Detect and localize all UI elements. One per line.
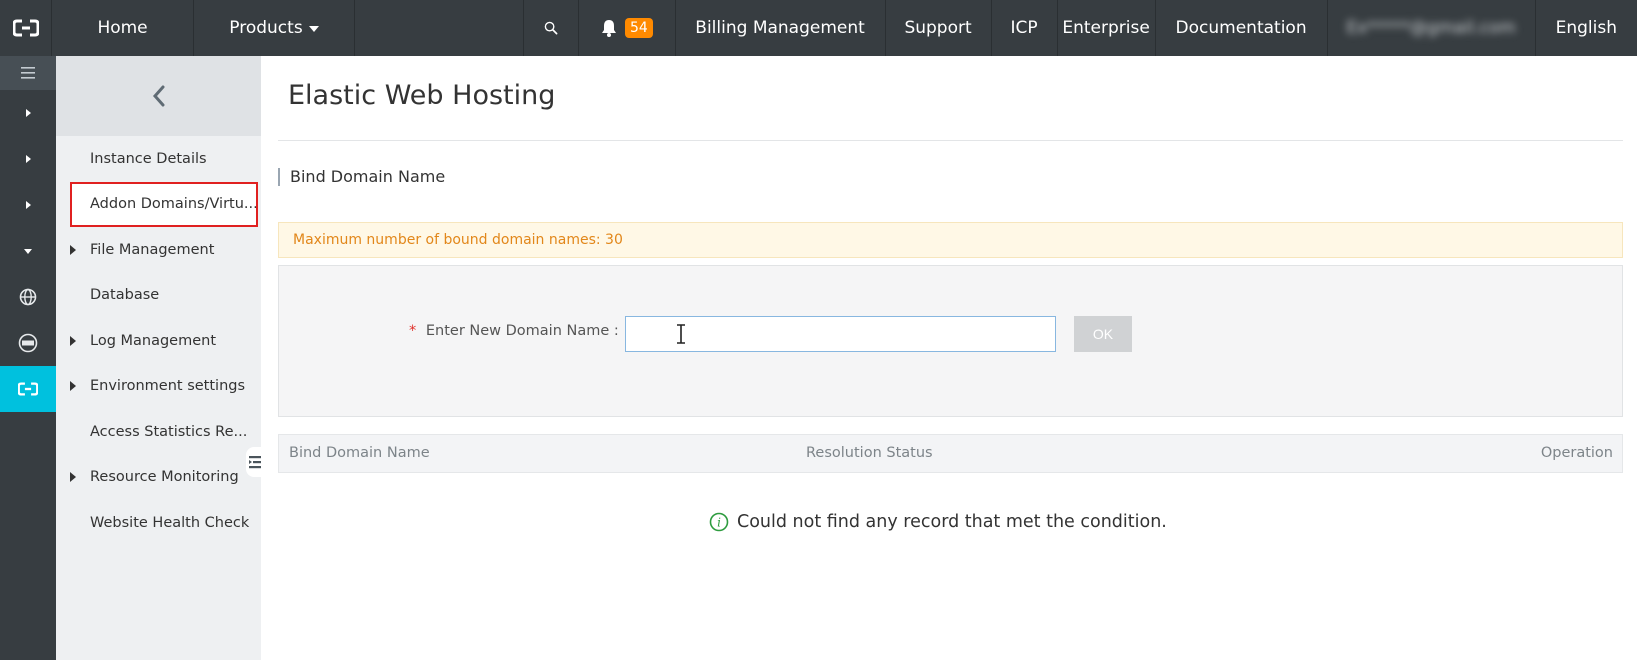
- main-content: Elastic Web Hosting Bind Domain Name Max…: [261, 56, 1637, 660]
- sidebar-item-label: Access Statistics Re...: [90, 423, 248, 440]
- ok-button[interactable]: OK: [1074, 316, 1132, 352]
- expand-right-icon: [25, 109, 31, 117]
- sidebar-item-instance-details[interactable]: Instance Details: [56, 136, 261, 182]
- rail-expand-4[interactable]: [0, 228, 56, 274]
- sidebar-item-resource-monitoring[interactable]: Resource Monitoring: [56, 455, 261, 501]
- info-icon: i: [709, 512, 729, 532]
- expand-right-icon: [70, 335, 76, 346]
- column-header-operation: Operation: [1540, 445, 1613, 461]
- domain-limit-notice: Maximum number of bound domain names: 30: [278, 222, 1623, 258]
- chevron-down-icon: [308, 26, 319, 32]
- hosting-icon: [18, 382, 38, 396]
- sidebar-item-access-statistics[interactable]: Access Statistics Re...: [56, 409, 261, 455]
- rail-expand-2[interactable]: [0, 136, 56, 182]
- sidebar-menu: Instance Details Addon Domains/Virtu... …: [56, 136, 261, 546]
- sidebar-item-label: Resource Monitoring: [90, 469, 239, 486]
- expand-right-icon: [25, 201, 31, 209]
- sidebar-item-file-management[interactable]: File Management: [56, 227, 261, 273]
- nav-home[interactable]: Home: [52, 0, 194, 56]
- menu-icon: [21, 67, 35, 79]
- search-icon: [545, 21, 558, 35]
- back-button[interactable]: [56, 56, 261, 136]
- user-account-menu[interactable]: Ex*****@gmail.com: [1328, 0, 1536, 56]
- nav-home-label: Home: [97, 18, 148, 38]
- rail-expand-3[interactable]: [0, 182, 56, 228]
- instance-sidebar: Instance Details Addon Domains/Virtu... …: [56, 56, 261, 660]
- language-label: English: [1555, 18, 1617, 38]
- expand-down-icon: [24, 248, 32, 254]
- nav-documentation[interactable]: Documentation: [1156, 0, 1328, 56]
- nav-support[interactable]: Support: [886, 0, 992, 56]
- sidebar-item-label: Instance Details: [90, 150, 207, 167]
- nav-billing-management[interactable]: Billing Management: [676, 0, 886, 56]
- empty-state-message: Could not find any record that met the c…: [737, 512, 1167, 532]
- column-header-bind-domain-name: Bind Domain Name: [289, 445, 430, 461]
- notice-text: Maximum number of bound domain names: 30: [293, 232, 623, 248]
- expand-right-icon: [70, 381, 76, 392]
- sidebar-item-website-health-check[interactable]: Website Health Check: [56, 500, 261, 546]
- expand-right-icon: [70, 244, 76, 255]
- nav-billing-label: Billing Management: [695, 18, 865, 38]
- rail-expand-1[interactable]: [0, 90, 56, 136]
- nav-support-label: Support: [904, 18, 972, 38]
- user-account-label: Ex*****@gmail.com: [1346, 18, 1516, 38]
- sidebar-item-log-management[interactable]: Log Management: [56, 318, 261, 364]
- domain-field-label-text: Enter New Domain Name :: [425, 323, 619, 339]
- expand-right-icon: [70, 472, 76, 483]
- empty-state: i Could not find any record that met the…: [709, 512, 1167, 532]
- title-divider: [278, 140, 1623, 141]
- nav-products-label: Products: [229, 18, 303, 38]
- svg-text:i: i: [717, 516, 721, 530]
- bind-domain-form: * Enter New Domain Name : OK: [278, 265, 1623, 417]
- sidebar-item-database[interactable]: Database: [56, 273, 261, 319]
- sidebar-item-label: Website Health Check: [90, 514, 250, 531]
- column-header-resolution-status: Resolution Status: [806, 445, 933, 461]
- sidebar-item-label: Log Management: [90, 332, 217, 349]
- nav-products-dropdown[interactable]: Products: [194, 0, 356, 56]
- alibaba-cloud-logo-icon[interactable]: [0, 0, 53, 56]
- nav-enterprise[interactable]: Enterprise: [1058, 0, 1156, 56]
- product-icon-rail: [0, 56, 56, 660]
- sidebar-item-environment-settings[interactable]: Environment settings: [56, 364, 261, 410]
- section-title: Bind Domain Name: [278, 168, 445, 186]
- domain-name-input[interactable]: [625, 316, 1056, 352]
- search-button[interactable]: [523, 0, 580, 56]
- sidebar-item-label: Addon Domains/Virtu...: [90, 196, 258, 213]
- globe-icon: [19, 288, 37, 306]
- rail-globe[interactable]: [0, 274, 56, 320]
- domain-table-header: Bind Domain Name Resolution Status Opera…: [278, 434, 1623, 473]
- nav-documentation-label: Documentation: [1175, 18, 1307, 38]
- domain-field-label: * Enter New Domain Name :: [409, 323, 619, 339]
- required-mark: *: [409, 323, 417, 339]
- notification-count-badge: 54: [625, 18, 653, 38]
- sidebar-item-label: Database: [90, 287, 160, 304]
- nav-icp-label: ICP: [1010, 18, 1038, 38]
- notifications-button[interactable]: 54: [579, 0, 676, 56]
- collapse-list-icon: [249, 456, 261, 469]
- text-cursor-icon: [677, 324, 685, 344]
- dns-icon: [18, 333, 38, 353]
- bell-icon: [602, 20, 617, 37]
- sidebar-item-addon-domains[interactable]: Addon Domains/Virtu...: [70, 181, 258, 227]
- rail-dns[interactable]: [0, 320, 56, 366]
- page-title: Elastic Web Hosting: [288, 80, 556, 111]
- nav-icp[interactable]: ICP: [992, 0, 1058, 56]
- chevron-left-icon: [152, 85, 164, 107]
- sidebar-item-label: Environment settings: [90, 378, 246, 395]
- expand-right-icon: [25, 155, 31, 163]
- top-navigation-bar: Home Products 54 Billing Management Supp…: [0, 0, 1637, 56]
- rail-web-hosting[interactable]: [0, 366, 56, 412]
- nav-enterprise-label: Enterprise: [1062, 18, 1150, 38]
- sidebar-item-label: File Management: [90, 241, 215, 258]
- language-selector[interactable]: English: [1536, 0, 1637, 56]
- menu-toggle-button[interactable]: [0, 56, 56, 90]
